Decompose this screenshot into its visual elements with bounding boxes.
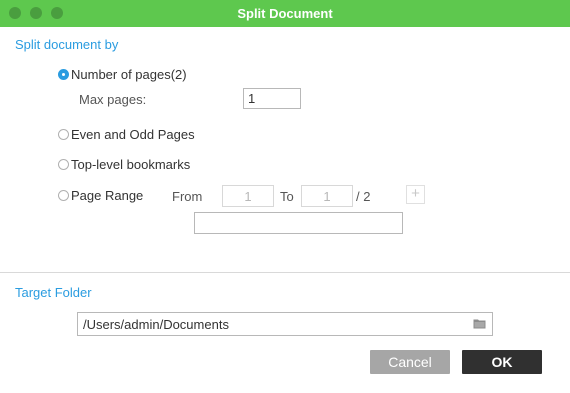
option-even-odd-label: Even and Odd Pages [71, 126, 195, 142]
cancel-button[interactable]: Cancel [370, 350, 450, 374]
radio-even-odd[interactable] [58, 128, 69, 140]
option-page-range-label: Page Range [71, 187, 144, 203]
radio-top-level-bookmarks[interactable] [58, 158, 69, 170]
radio-page-range[interactable] [58, 189, 69, 201]
title-bar: Split Document [0, 0, 570, 27]
section-divider [0, 272, 570, 273]
custom-range-input[interactable] [194, 212, 403, 234]
option-page-range[interactable]: Page Range [58, 186, 143, 204]
folder-icon[interactable] [473, 318, 486, 329]
max-pages-label: Max pages: [79, 92, 147, 107]
range-total-pages: / 2 [356, 189, 371, 204]
option-number-of-pages[interactable]: Number of pages(2) [58, 65, 187, 83]
option-top-level-bookmarks[interactable]: Top-level bookmarks [58, 155, 190, 173]
max-pages-input[interactable] [243, 88, 301, 109]
window-title: Split Document [237, 6, 333, 21]
radio-number-of-pages[interactable] [58, 68, 69, 80]
split-section-heading: Split document by [15, 37, 119, 52]
target-folder-path-input[interactable] [77, 312, 493, 336]
range-to-input[interactable] [301, 185, 353, 207]
range-from-input[interactable] [222, 185, 274, 207]
ok-button[interactable]: OK [462, 350, 542, 374]
range-from-label: From [172, 189, 203, 204]
option-even-odd[interactable]: Even and Odd Pages [58, 125, 195, 143]
target-folder-heading: Target Folder [15, 285, 92, 300]
option-top-level-bookmarks-label: Top-level bookmarks [71, 156, 191, 172]
add-range-button[interactable]: + [406, 185, 425, 204]
range-to-label: To [280, 189, 294, 204]
option-number-of-pages-label: Number of pages(2) [71, 66, 187, 82]
